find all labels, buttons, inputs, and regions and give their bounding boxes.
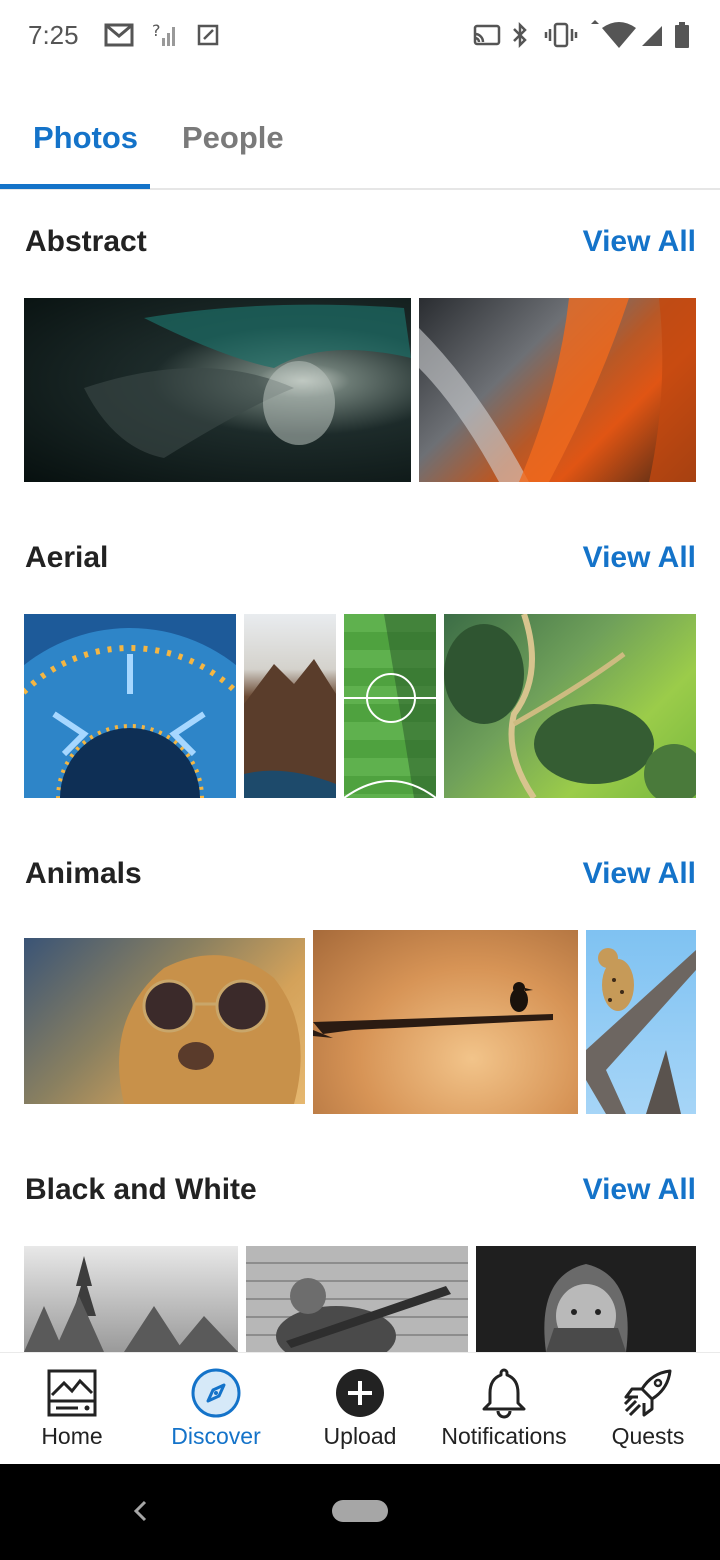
nav-home-label: Home xyxy=(41,1423,103,1449)
back-chevron-icon[interactable] xyxy=(128,1496,152,1526)
section-title-black-and-white: Black and White xyxy=(25,1173,257,1206)
bottom-navigation: Home Discover Upload Notifications Quest… xyxy=(0,1352,720,1464)
tab-people[interactable]: People xyxy=(182,120,284,156)
rocket-icon xyxy=(623,1369,672,1417)
photo-bw-guitar-player xyxy=(276,1278,451,1352)
system-navigation-bar xyxy=(0,1464,720,1560)
photo-thumbnail[interactable] xyxy=(344,614,436,798)
photo-thumbnail[interactable] xyxy=(476,1246,696,1352)
nav-discover-label: Discover xyxy=(171,1423,261,1449)
cast-icon xyxy=(473,24,501,46)
photo-thumbnail[interactable] xyxy=(586,930,696,1114)
nav-quests[interactable]: Quests xyxy=(576,1353,720,1465)
photo-thumbnail[interactable] xyxy=(24,298,411,482)
view-all-animals-link[interactable]: View All xyxy=(583,857,696,891)
photo-thumbnail[interactable] xyxy=(313,930,578,1114)
home-image-icon xyxy=(47,1369,97,1417)
photo-thumbnail[interactable] xyxy=(419,298,696,482)
photo-thumbnail[interactable] xyxy=(444,614,696,798)
section-title-animals: Animals xyxy=(25,857,142,890)
photo-animal-leopard-tree xyxy=(586,948,696,1114)
nav-upload[interactable]: Upload xyxy=(288,1353,432,1465)
screenshot-icon xyxy=(197,24,219,46)
nav-home[interactable]: Home xyxy=(0,1353,144,1465)
photo-aerial-river xyxy=(444,614,696,798)
vibrate-icon xyxy=(544,22,578,48)
plus-circle-icon xyxy=(336,1369,384,1417)
status-bar: 7:25 ? xyxy=(0,0,720,72)
view-all-black-and-white-link[interactable]: View All xyxy=(583,1173,696,1207)
photo-thumbnail[interactable] xyxy=(24,1246,238,1352)
photo-animal-dog-sunglasses xyxy=(119,955,301,1104)
photo-abstract-architecture xyxy=(419,298,696,482)
active-tab-indicator xyxy=(0,184,150,189)
photo-animal-bird-branch xyxy=(313,982,553,1038)
bell-icon xyxy=(482,1368,526,1419)
status-time: 7:25 xyxy=(28,20,79,50)
tab-photos[interactable]: Photos xyxy=(33,120,138,156)
bluetooth-icon xyxy=(513,21,527,49)
photo-thumbnail[interactable] xyxy=(24,938,305,1104)
photo-thumbnail[interactable] xyxy=(246,1246,468,1352)
photo-thumbnail[interactable] xyxy=(244,614,336,798)
photo-thumbnail[interactable] xyxy=(24,614,236,798)
compass-icon xyxy=(191,1368,241,1418)
svg-text:?: ? xyxy=(152,21,161,40)
photo-aerial-city xyxy=(24,628,236,798)
nav-quests-label: Quests xyxy=(611,1423,685,1449)
section-title-aerial: Aerial xyxy=(25,541,109,574)
no-signal-icon: ? xyxy=(152,21,175,46)
nav-discover[interactable]: Discover xyxy=(144,1353,288,1465)
home-pill-button[interactable] xyxy=(332,1500,388,1522)
gmail-icon xyxy=(104,23,134,47)
tab-bar: Photos People xyxy=(0,100,720,190)
photo-aerial-mountain xyxy=(244,659,336,798)
cell-signal-icon xyxy=(642,26,662,46)
photo-aerial-soccer-field xyxy=(344,614,436,798)
photo-bw-foggy-forest xyxy=(24,1256,238,1352)
nav-notifications-label: Notifications xyxy=(441,1423,567,1449)
section-title-abstract: Abstract xyxy=(25,225,147,258)
battery-icon xyxy=(675,22,689,48)
view-all-aerial-link[interactable]: View All xyxy=(583,541,696,575)
wifi-icon xyxy=(591,20,636,48)
nav-upload-label: Upload xyxy=(323,1423,397,1449)
nav-notifications[interactable]: Notifications xyxy=(432,1353,576,1465)
view-all-abstract-link[interactable]: View All xyxy=(583,225,696,259)
photo-abstract-face xyxy=(84,304,411,458)
photo-bw-veiled-woman xyxy=(544,1264,628,1352)
